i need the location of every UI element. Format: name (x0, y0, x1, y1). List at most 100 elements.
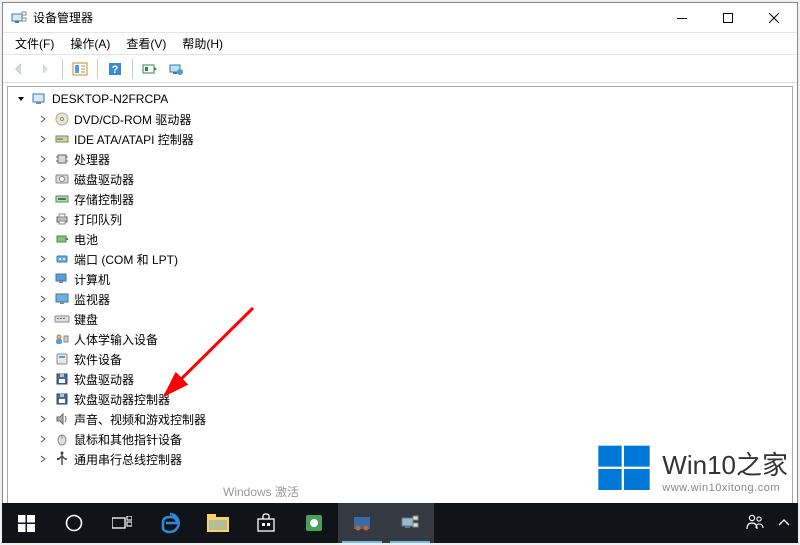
chevron-right-icon[interactable] (36, 452, 50, 466)
mouse-icon (54, 431, 70, 447)
tree-item-keyboard[interactable]: 键盘 (8, 309, 792, 329)
chevron-right-icon[interactable] (36, 312, 50, 326)
svg-text:?: ? (112, 64, 119, 76)
tree-item-label: 鼠标和其他指针设备 (74, 431, 182, 448)
toolbar: ? (3, 55, 797, 83)
tree-item-label: 人体学输入设备 (74, 331, 158, 348)
toolbar-separator (132, 59, 133, 79)
tree-item-label: 端口 (COM 和 LPT) (74, 251, 178, 268)
windows-activation-text: Windows 激活 (223, 483, 299, 500)
usb-icon (54, 451, 70, 467)
disk-drive-icon (54, 171, 70, 187)
taskbar-store[interactable] (242, 503, 290, 543)
chevron-right-icon[interactable] (36, 192, 50, 206)
tree-item-monitor[interactable]: 监视器 (8, 289, 792, 309)
computer-icon (54, 271, 70, 287)
tree-item-label: 通用串行总线控制器 (74, 451, 182, 468)
tree-item-label: 打印队列 (74, 211, 122, 228)
monitor-icon (54, 291, 70, 307)
menu-action[interactable]: 操作(A) (62, 33, 118, 54)
tree-item-sound[interactable]: 声音、视频和游戏控制器 (8, 409, 792, 429)
ide-controller-icon (54, 131, 70, 147)
hid-icon (54, 331, 70, 347)
chevron-right-icon[interactable] (36, 252, 50, 266)
storage-controller-icon (54, 191, 70, 207)
chevron-right-icon[interactable] (36, 372, 50, 386)
chevron-right-icon[interactable] (36, 112, 50, 126)
watermark: Win10之家 www.win10xitong.com (596, 441, 788, 497)
tray-people-icon[interactable] (746, 513, 764, 534)
chevron-right-icon[interactable] (36, 232, 50, 246)
device-manager-icon (11, 10, 27, 26)
menubar: 文件(F) 操作(A) 查看(V) 帮助(H) (3, 33, 797, 55)
taskbar-app-green[interactable] (290, 503, 338, 543)
tree-item-label: 软盘驱动器控制器 (74, 391, 170, 408)
tree-item-dvd[interactable]: DVD/CD-ROM 驱动器 (8, 109, 792, 129)
chevron-right-icon[interactable] (36, 132, 50, 146)
tree-item-label: 软件设备 (74, 351, 122, 368)
chevron-right-icon[interactable] (36, 392, 50, 406)
close-button[interactable] (751, 3, 797, 33)
ports-icon (54, 251, 70, 267)
menu-help[interactable]: 帮助(H) (174, 33, 231, 54)
titlebar: 设备管理器 (3, 3, 797, 33)
tree-item-label: 计算机 (74, 271, 110, 288)
chevron-right-icon[interactable] (36, 412, 50, 426)
chevron-right-icon[interactable] (36, 332, 50, 346)
tree-item-label: DVD/CD-ROM 驱动器 (74, 111, 191, 128)
software-device-icon (54, 351, 70, 367)
taskbar-snipping-tool[interactable] (338, 503, 386, 543)
taskbar-edge[interactable] (146, 503, 194, 543)
tree-item-hid[interactable]: 人体学输入设备 (8, 329, 792, 349)
devices-printers-button[interactable] (164, 57, 188, 81)
chevron-right-icon[interactable] (36, 172, 50, 186)
back-button (7, 57, 31, 81)
start-button[interactable] (2, 503, 50, 543)
tree-item-storage[interactable]: 存储控制器 (8, 189, 792, 209)
floppy-controller-icon (54, 391, 70, 407)
scan-hardware-button[interactable] (138, 57, 162, 81)
tree-item-floppy-drive[interactable]: 软盘驱动器 (8, 369, 792, 389)
menu-file[interactable]: 文件(F) (7, 33, 62, 54)
tree-item-label: 软盘驱动器 (74, 371, 134, 388)
battery-icon (54, 231, 70, 247)
chevron-right-icon[interactable] (36, 152, 50, 166)
tree-item-floppy-controller[interactable]: 软盘驱动器控制器 (8, 389, 792, 409)
tree-item-computer[interactable]: 计算机 (8, 269, 792, 289)
chevron-right-icon[interactable] (36, 212, 50, 226)
taskbar-device-manager[interactable] (386, 503, 434, 543)
taskbar (2, 503, 798, 543)
taskbar-explorer[interactable] (194, 503, 242, 543)
tree-item-software[interactable]: 软件设备 (8, 349, 792, 369)
menu-view[interactable]: 查看(V) (118, 33, 174, 54)
show-hide-tree-button[interactable] (68, 57, 92, 81)
keyboard-icon (54, 311, 70, 327)
cortana-button[interactable] (50, 503, 98, 543)
window-title: 设备管理器 (33, 9, 93, 26)
tree-item-ide[interactable]: IDE ATA/ATAPI 控制器 (8, 129, 792, 149)
tree-item-disk[interactable]: 磁盘驱动器 (8, 169, 792, 189)
tree-item-label: 电池 (74, 231, 98, 248)
window-controls (659, 3, 797, 33)
chevron-right-icon[interactable] (36, 292, 50, 306)
tree-item-label: 存储控制器 (74, 191, 134, 208)
toolbar-separator (62, 59, 63, 79)
chevron-down-icon[interactable] (14, 92, 28, 106)
chevron-right-icon[interactable] (36, 352, 50, 366)
tree-item-ports[interactable]: 端口 (COM 和 LPT) (8, 249, 792, 269)
help-button[interactable]: ? (103, 57, 127, 81)
sound-icon (54, 411, 70, 427)
tree-item-label: 声音、视频和游戏控制器 (74, 411, 206, 428)
toolbar-separator (97, 59, 98, 79)
maximize-button[interactable] (705, 3, 751, 33)
tree-item-processor[interactable]: 处理器 (8, 149, 792, 169)
tree-item-label: 键盘 (74, 311, 98, 328)
chevron-right-icon[interactable] (36, 272, 50, 286)
task-view-button[interactable] (98, 503, 146, 543)
minimize-button[interactable] (659, 3, 705, 33)
tray-chevron-up-icon[interactable] (778, 516, 790, 530)
tree-item-printqueue[interactable]: 打印队列 (8, 209, 792, 229)
tree-root[interactable]: DESKTOP-N2FRCPA (8, 89, 792, 109)
chevron-right-icon[interactable] (36, 432, 50, 446)
tree-item-battery[interactable]: 电池 (8, 229, 792, 249)
